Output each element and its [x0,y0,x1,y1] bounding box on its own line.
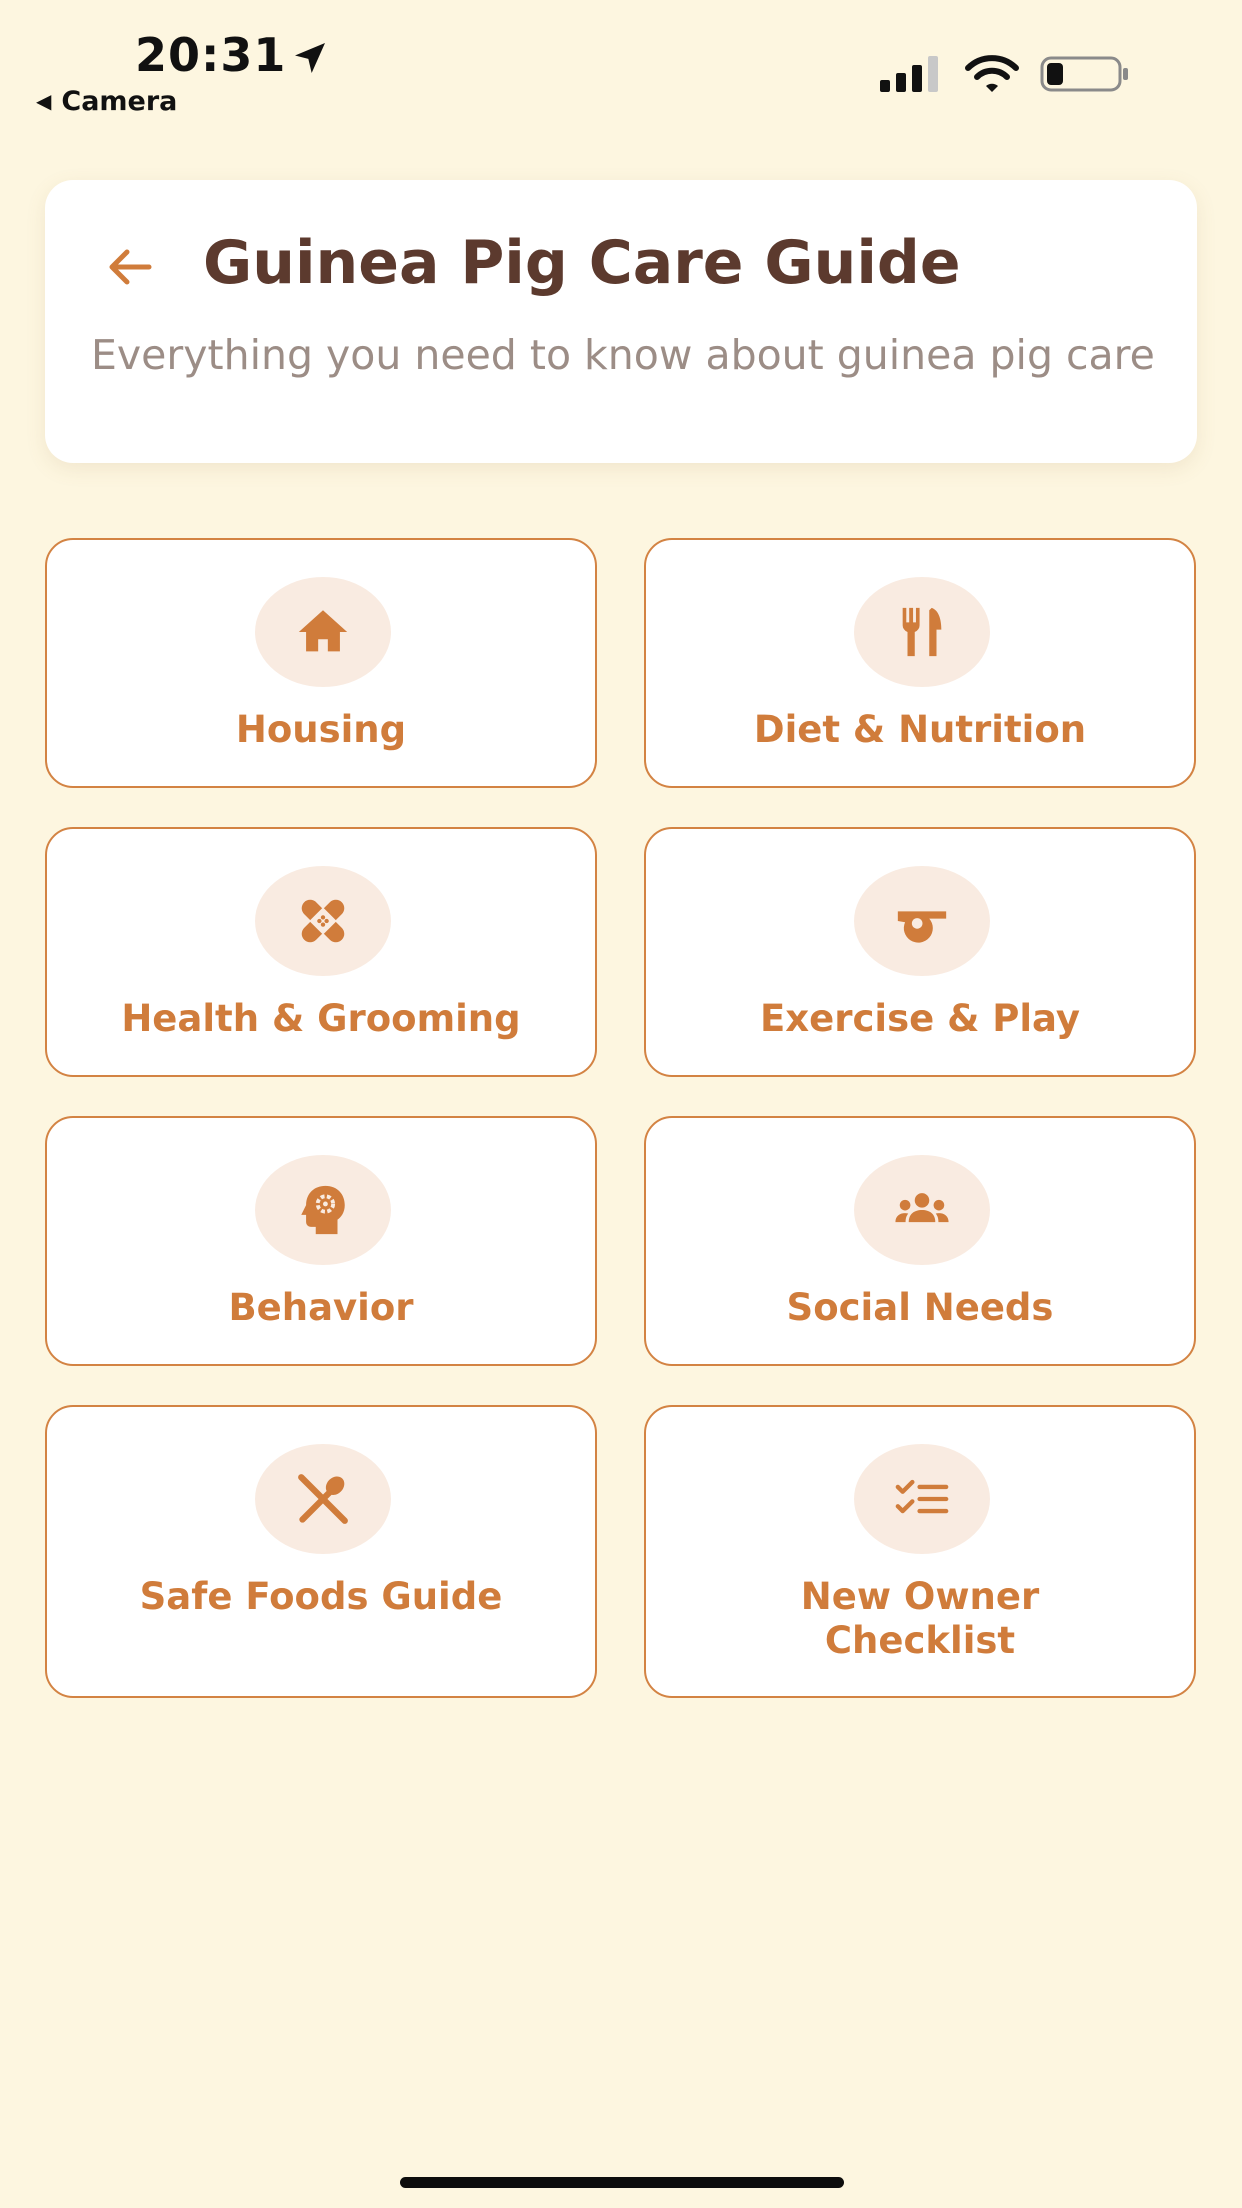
fork-knife-icon [902,607,942,657]
icon-circle [854,577,990,687]
category-label: Social Needs [786,1286,1054,1329]
category-label: Behavior [228,1286,414,1329]
category-card-diet[interactable]: Diet & Nutrition [644,538,1196,788]
home-indicator[interactable] [400,2177,844,2188]
category-label: Health & Grooming [121,997,521,1040]
icon-circle [255,577,391,687]
back-app-label: Camera [61,86,178,117]
checklist-icon [895,1479,949,1514]
back-triangle-icon: ◀ [36,89,52,113]
back-to-app-link[interactable]: ◀ Camera [36,86,177,117]
status-bar: 20:31 ◀ Camera [0,0,1242,130]
icon-circle [255,866,391,976]
icon-circle [255,1155,391,1265]
battery-icon [1040,56,1128,92]
category-card-behavior[interactable]: Behavior [45,1116,597,1366]
category-label: Housing [235,708,407,751]
head-gear-icon [301,1185,345,1235]
category-label: Exercise & Play [760,997,1080,1040]
header-card: Guinea Pig Care Guide Everything you nee… [45,180,1197,463]
location-arrow-icon [295,43,325,73]
category-label: New Owner Checklist [800,1575,1040,1662]
category-card-social[interactable]: Social Needs [644,1116,1196,1366]
people-group-icon [895,1193,949,1223]
back-arrow-icon[interactable] [101,242,161,292]
wifi-icon [965,55,1019,92]
category-card-health[interactable]: Health & Grooming [45,827,597,1077]
page-subtitle: Everything you need to know about guinea… [91,331,1155,379]
category-label: Safe Foods Guide [139,1575,503,1618]
category-label: Diet & Nutrition [753,708,1087,751]
cellular-signal-icon [880,56,938,92]
status-time: 20:31 [135,28,287,82]
category-card-safe-foods[interactable]: Safe Foods Guide [45,1405,597,1698]
icon-circle [854,866,990,976]
page-title: Guinea Pig Care Guide [203,228,961,298]
house-icon [298,610,348,652]
category-card-checklist[interactable]: New Owner Checklist [644,1405,1196,1698]
bandage-icon [301,899,345,943]
utensils-crossed-icon [298,1474,348,1524]
category-card-housing[interactable]: Housing [45,538,597,788]
whistle-icon [897,911,947,943]
icon-circle [854,1444,990,1554]
category-card-exercise[interactable]: Exercise & Play [644,827,1196,1077]
icon-circle [255,1444,391,1554]
icon-circle [854,1155,990,1265]
